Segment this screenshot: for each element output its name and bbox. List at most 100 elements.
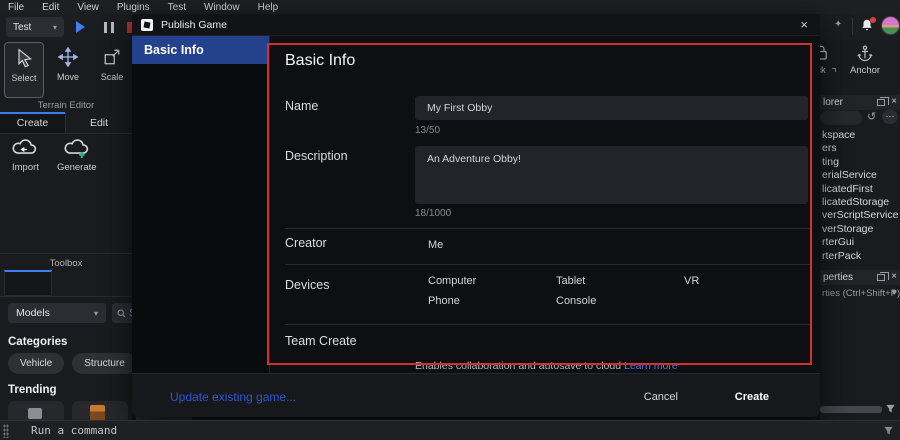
tab-edit[interactable]: Edit [66, 112, 132, 133]
properties-filter-label[interactable]: rties (Ctrl+Shift+P) [822, 288, 900, 299]
close-icon[interactable]: × [800, 17, 808, 32]
dialog-content: Basic Info Name 13/50 Description An Adv… [270, 36, 820, 373]
sidebar-item-basic-info[interactable]: Basic Info [132, 36, 269, 64]
tree-item-replicatedfirst[interactable]: licatedFirst [822, 183, 898, 196]
create-button[interactable]: Create [735, 391, 769, 403]
cancel-button[interactable]: Cancel [644, 391, 678, 403]
category-pill-structure[interactable]: Structure [72, 353, 137, 374]
category-pill-vehicle[interactable]: Vehicle [8, 353, 64, 374]
generate-button[interactable]: Generate [57, 138, 97, 173]
creator-label: Creator [285, 236, 327, 250]
play-icon[interactable] [76, 21, 85, 33]
avatar[interactable] [881, 16, 900, 35]
devices-options: Computer Tablet VR Phone Console [428, 275, 808, 307]
menu-test[interactable]: Test [168, 2, 186, 13]
menu-view[interactable]: View [77, 2, 99, 13]
tree-item-starterpack[interactable]: rterPack [822, 250, 898, 263]
right-panel: ✦ ck Anchor lorer × ↺ ⋯ kspace ers ting [820, 14, 900, 420]
dialog-sidebar: Basic Info [132, 36, 270, 373]
divider [285, 324, 810, 325]
filter-funnel-icon[interactable] [883, 426, 894, 436]
explorer-search-input[interactable] [820, 111, 862, 125]
toolbox-active-tab[interactable] [4, 270, 52, 296]
name-counter: 13/50 [415, 125, 440, 136]
terrain-editor-title: Terrain Editor [0, 100, 132, 111]
notification-badge [870, 17, 876, 23]
chevron-down-icon: ▾ [94, 309, 98, 318]
description-label: Description [285, 149, 348, 163]
tab-create[interactable]: Create [0, 112, 66, 133]
tree-item-materialservice[interactable]: erialService [822, 169, 898, 182]
roblox-studio-icon [141, 19, 153, 31]
close-panel-icon[interactable]: × [891, 97, 897, 107]
assistant-sparkle-icon[interactable]: ✦ [834, 19, 842, 30]
horizontal-scrollbar[interactable] [820, 406, 882, 413]
notifications-bell-icon[interactable] [860, 18, 876, 34]
basic-info-heading: Basic Info [285, 52, 355, 70]
description-input[interactable]: An Adventure Obby! [415, 146, 808, 204]
devices-label: Devices [285, 278, 329, 292]
playtest-mode-dropdown[interactable]: Test ▾ [6, 17, 64, 37]
move-tool-button[interactable]: Move [48, 42, 88, 98]
device-vr[interactable]: VR [684, 275, 808, 287]
divider [285, 228, 810, 229]
device-console[interactable]: Console [556, 295, 684, 307]
learn-more-link[interactable]: Learn more [624, 360, 678, 372]
history-icon[interactable]: ↺ [867, 110, 876, 123]
scale-tool-button[interactable]: Scale [92, 42, 132, 98]
anchor-tool-button[interactable]: Anchor [850, 44, 880, 76]
thumbnail-image [28, 408, 42, 419]
menu-help[interactable]: Help [258, 2, 279, 13]
publish-game-dialog: Publish Game × Basic Info Basic Info Nam… [132, 14, 820, 417]
select-tool-label: Select [12, 73, 37, 83]
select-tool-button[interactable]: Select [4, 42, 44, 98]
more-options-button[interactable]: ⋯ [882, 110, 898, 124]
models-dropdown[interactable]: Models ▾ [8, 303, 106, 323]
command-input[interactable]: Run a command [31, 424, 117, 437]
trending-thumbnail[interactable] [8, 401, 64, 421]
name-input[interactable] [415, 96, 808, 120]
menu-window[interactable]: Window [204, 2, 240, 13]
command-bar[interactable]: Run a command [0, 420, 900, 440]
properties-title: perties [823, 272, 853, 283]
pause-icon[interactable] [104, 22, 114, 33]
dialog-titlebar[interactable]: Publish Game × [132, 14, 820, 36]
name-label: Name [285, 99, 318, 113]
import-cloud-icon [12, 138, 38, 160]
creator-value[interactable]: Me [428, 239, 443, 251]
drag-grip-icon[interactable] [3, 424, 9, 438]
chevron-down-icon: ▾ [53, 23, 57, 32]
filter-funnel-icon[interactable] [885, 404, 898, 415]
menu-file[interactable]: File [8, 2, 24, 13]
move-icon [56, 45, 80, 69]
device-computer[interactable]: Computer [428, 275, 556, 287]
tree-item-replicatedstorage[interactable]: licatedStorage [822, 196, 898, 209]
update-existing-game-link[interactable]: Update existing game... [170, 390, 296, 404]
tree-item-startergui[interactable]: rterGui [822, 236, 898, 249]
device-phone[interactable]: Phone [428, 295, 556, 307]
toolbox-title: Toolbox [0, 258, 132, 269]
trending-thumbnail[interactable] [72, 401, 128, 421]
move-tool-label: Move [57, 72, 79, 82]
scale-tool-label: Scale [101, 72, 124, 82]
import-label: Import [12, 162, 39, 173]
categories-title: Categories [8, 336, 67, 348]
models-dropdown-label: Models [16, 307, 50, 319]
explorer-panel-header: lorer × [820, 95, 900, 110]
terrain-tabbar: Create Edit [0, 112, 132, 134]
divider [852, 18, 853, 35]
close-panel-icon[interactable]: × [891, 272, 897, 282]
tree-item-lighting[interactable]: ting [822, 156, 898, 169]
explorer-tree: kspace ers ting erialService licatedFirs… [822, 129, 898, 263]
float-window-icon[interactable] [877, 274, 885, 281]
menu-plugins[interactable]: Plugins [117, 2, 150, 13]
device-tablet[interactable]: Tablet [556, 275, 684, 287]
tree-item-players[interactable]: ers [822, 142, 898, 155]
import-button[interactable]: Import [12, 138, 39, 173]
menu-edit[interactable]: Edit [42, 2, 59, 13]
tree-item-serverstorage[interactable]: verStorage [822, 223, 898, 236]
tree-item-serverscriptservice[interactable]: verScriptService [822, 209, 898, 222]
float-window-icon[interactable] [877, 99, 885, 106]
tree-item-workspace[interactable]: kspace [822, 129, 898, 142]
dialog-footer: Update existing game... Cancel Create [132, 373, 820, 417]
